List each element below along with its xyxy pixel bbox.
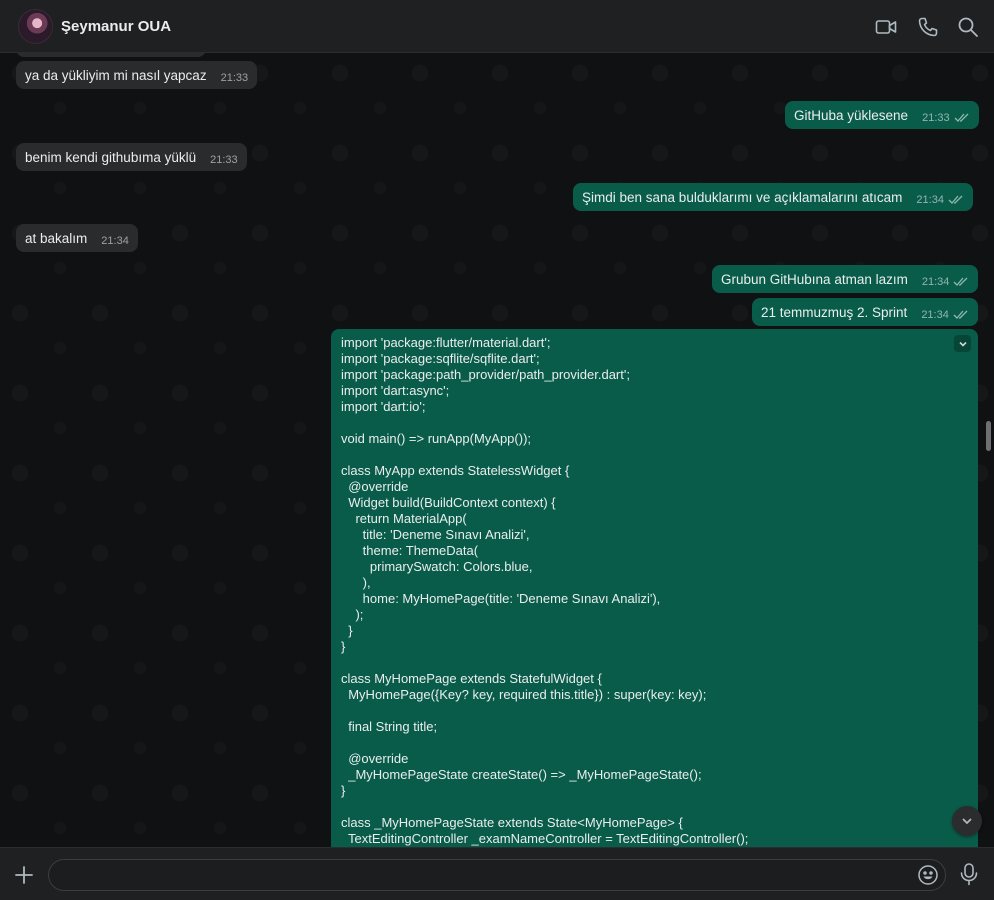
message-bubble-incoming[interactable]: ya da yükliyim mi nasıl yapcaz 21:33 — [16, 61, 258, 89]
code-line: theme: ThemeData( — [341, 543, 479, 558]
code-line: MyHomePage({Key? key, required this.titl… — [341, 687, 707, 702]
code-line: TextEditingController _examNameControlle… — [341, 831, 749, 846]
scroll-to-bottom-button[interactable] — [952, 806, 982, 836]
message-bubble-outgoing[interactable]: Şimdi ben sana bulduklarımı ve açıklamal… — [573, 183, 973, 211]
code-line: home: MyHomePage(title: 'Deneme Sınavı A… — [341, 591, 661, 606]
emoji-icon[interactable] — [917, 864, 939, 886]
message-text: ya da yükliyim mi nasıl yapcaz — [25, 67, 207, 83]
message-text: 21 temmuzmuş 2. Sprint — [761, 304, 908, 320]
message-text: benim kendi githubıma yüklü — [25, 149, 197, 165]
code-line: title: 'Deneme Sınavı Analizi', — [341, 527, 530, 542]
chevron-down-icon — [962, 818, 972, 825]
message-text: Grubun GitHubına atman lazım — [721, 271, 908, 287]
code-line: class MyHomePage extends StatefulWidget … — [341, 671, 602, 686]
code-line: import 'dart:io'; — [341, 399, 426, 414]
message-time: 21:34 — [921, 308, 949, 321]
code-line: final String title; — [341, 719, 438, 734]
contact-avatar[interactable] — [18, 9, 53, 44]
code-line: import 'package:path_provider/path_provi… — [341, 367, 630, 382]
video-call-icon[interactable] — [875, 16, 897, 38]
code-line: import 'dart:async'; — [341, 383, 450, 398]
plus-icon[interactable] — [12, 863, 36, 887]
message-list[interactable]: ya da yükliyim mi nasıl yapcaz 21:33 Git… — [0, 53, 994, 847]
code-line: @override — [341, 751, 409, 766]
message-text: Şimdi ben sana bulduklarımı ve açıklamal… — [582, 189, 903, 205]
message-bubble-outgoing[interactable]: 21 temmuzmuş 2. Sprint 21:34 — [752, 298, 978, 326]
message-bubble-incoming[interactable]: benim kendi githubıma yüklü 21:33 — [16, 143, 247, 171]
message-time: 21:33 — [210, 153, 238, 166]
code-line: ), — [341, 575, 371, 590]
contact-name[interactable]: Şeymanur OUA — [61, 18, 171, 35]
code-line: import 'package:flutter/material.dart'; — [341, 335, 551, 350]
code-line: } — [341, 623, 353, 638]
message-bubble-outgoing[interactable]: Grubun GitHubına atman lazım 21:34 — [712, 265, 979, 293]
message-bubble-incoming[interactable]: at bakalım 21:34 — [16, 224, 138, 252]
voice-call-icon[interactable] — [917, 16, 939, 38]
code-line: @override — [341, 479, 409, 494]
chat-header: Şeymanur OUA — [0, 0, 994, 53]
code-line: import 'package:sqflite/sqflite.dart'; — [341, 351, 540, 366]
message-time: 21:34 — [921, 275, 950, 288]
message-input-wrapper — [48, 859, 946, 891]
code-line: void main() => runApp(MyApp()); — [341, 431, 532, 446]
microphone-icon[interactable] — [958, 862, 980, 886]
code-line: class _MyHomePageState extends State<MyH… — [341, 815, 683, 830]
composer-bar — [0, 847, 994, 900]
message-bubble-outgoing[interactable]: GitHuba yüklesene 21:33 — [785, 101, 979, 129]
code-line: primarySwatch: Colors.blue, — [341, 559, 533, 574]
message-time: 21:34 — [101, 234, 129, 247]
code-line: } — [341, 639, 346, 654]
message-time: 21:33 — [922, 111, 950, 124]
read-receipt-icon — [954, 112, 970, 123]
read-receipt-icon — [948, 194, 964, 205]
read-receipt-icon — [953, 309, 969, 320]
read-receipt-icon — [953, 276, 969, 287]
chat-scrollbar[interactable] — [986, 421, 991, 451]
message-input[interactable] — [49, 860, 909, 890]
message-time: 21:34 — [916, 193, 944, 206]
message-text: GitHuba yüklesene — [794, 107, 909, 123]
code-line: } — [341, 783, 346, 798]
code-line: class MyApp extends StatelessWidget { — [341, 463, 570, 478]
code-line: Widget build(BuildContext context) { — [341, 495, 556, 510]
code-line: _MyHomePageState createState() => _MyHom… — [341, 767, 702, 782]
code-line: ); — [341, 607, 364, 622]
message-menu-chevron-icon[interactable] — [954, 335, 971, 352]
code-line: return MaterialApp( — [341, 511, 467, 526]
message-bubble-partial — [16, 53, 206, 57]
message-bubble-code[interactable]: import 'package:flutter/material.dart'; i… — [331, 329, 978, 847]
message-time: 21:33 — [220, 71, 249, 84]
message-text: at bakalım — [25, 230, 88, 246]
search-icon[interactable] — [957, 16, 979, 38]
